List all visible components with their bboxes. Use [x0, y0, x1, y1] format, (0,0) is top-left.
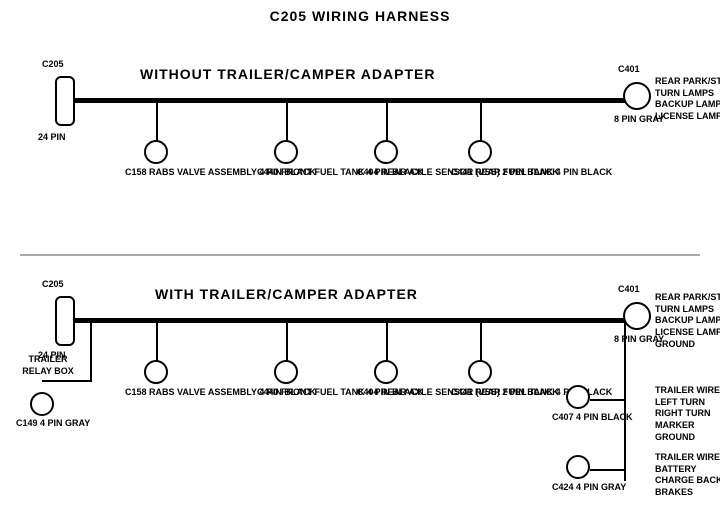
s2-c441-vline [480, 321, 482, 361]
s2-c401-pin: 8 PIN GRAY [614, 334, 664, 346]
s2-c205-connector [55, 296, 75, 346]
s2-c407-desc: TRAILER WIRES LEFT TURN RIGHT TURN MARKE… [655, 385, 720, 443]
s1-c158-vline [156, 101, 158, 141]
s1-c441-label: C441 REAR FUEL TANK 4 PIN BLACK [451, 167, 612, 179]
s2-c158-connector [144, 360, 168, 384]
s2-c404-vline [386, 321, 388, 361]
s2-c401-label: C401 [618, 284, 640, 296]
section-divider [20, 254, 700, 256]
s1-c205-label: C205 [42, 59, 64, 71]
s1-c404-connector [374, 140, 398, 164]
s1-c205-pin: 24 PIN [38, 132, 66, 144]
s2-c404-connector [374, 360, 398, 384]
s2-c205-label: C205 [42, 279, 64, 291]
s2-c149-connector [30, 392, 54, 416]
s1-c158-connector [144, 140, 168, 164]
s1-c401-label: C401 [618, 64, 640, 76]
s2-c149-label: C149 4 PIN GRAY [16, 418, 90, 430]
s1-c401-pin: 8 PIN GRAY [614, 114, 664, 126]
s1-c401-desc: REAR PARK/STOP TURN LAMPS BACKUP LAMPS L… [655, 76, 720, 123]
s2-c407-hline [590, 399, 626, 401]
s1-c205-connector [55, 76, 75, 126]
page-title: C205 WIRING HARNESS [0, 0, 720, 24]
s2-c407-label: C407 4 PIN BLACK [552, 412, 633, 424]
s2-c424-desc: TRAILER WIRES BATTERY CHARGE BACKUP BRAK… [655, 452, 720, 499]
s2-c407-connector [566, 385, 590, 409]
s1-c441-connector [468, 140, 492, 164]
s2-c401-desc: REAR PARK/STOP TURN LAMPS BACKUP LAMPS L… [655, 292, 720, 350]
s2-c440-connector [274, 360, 298, 384]
s2-c424-hline [590, 469, 626, 471]
s1-c440-connector [274, 140, 298, 164]
s1-c440-vline [286, 101, 288, 141]
s1-c404-vline [386, 101, 388, 141]
s2-c158-vline [156, 321, 158, 361]
s1-c401-connector [623, 82, 651, 110]
s2-trailer-label: TRAILER RELAY BOX [18, 354, 78, 377]
s2-c424-label: C424 4 PIN GRAY [552, 482, 626, 494]
s2-trailer-vline [90, 321, 92, 381]
s2-c440-vline [286, 321, 288, 361]
s2-trailer-hline [42, 380, 92, 382]
s2-c401-connector [623, 302, 651, 330]
wiring-diagram: WITHOUT TRAILER/CAMPER ADAPTER C205 24 P… [0, 24, 720, 514]
s2-right-vline [624, 321, 626, 481]
s2-c441-connector [468, 360, 492, 384]
section2-label: WITH TRAILER/CAMPER ADAPTER [155, 286, 418, 302]
s1-c441-vline [480, 101, 482, 141]
section1-label: WITHOUT TRAILER/CAMPER ADAPTER [140, 66, 435, 82]
s2-c424-connector [566, 455, 590, 479]
